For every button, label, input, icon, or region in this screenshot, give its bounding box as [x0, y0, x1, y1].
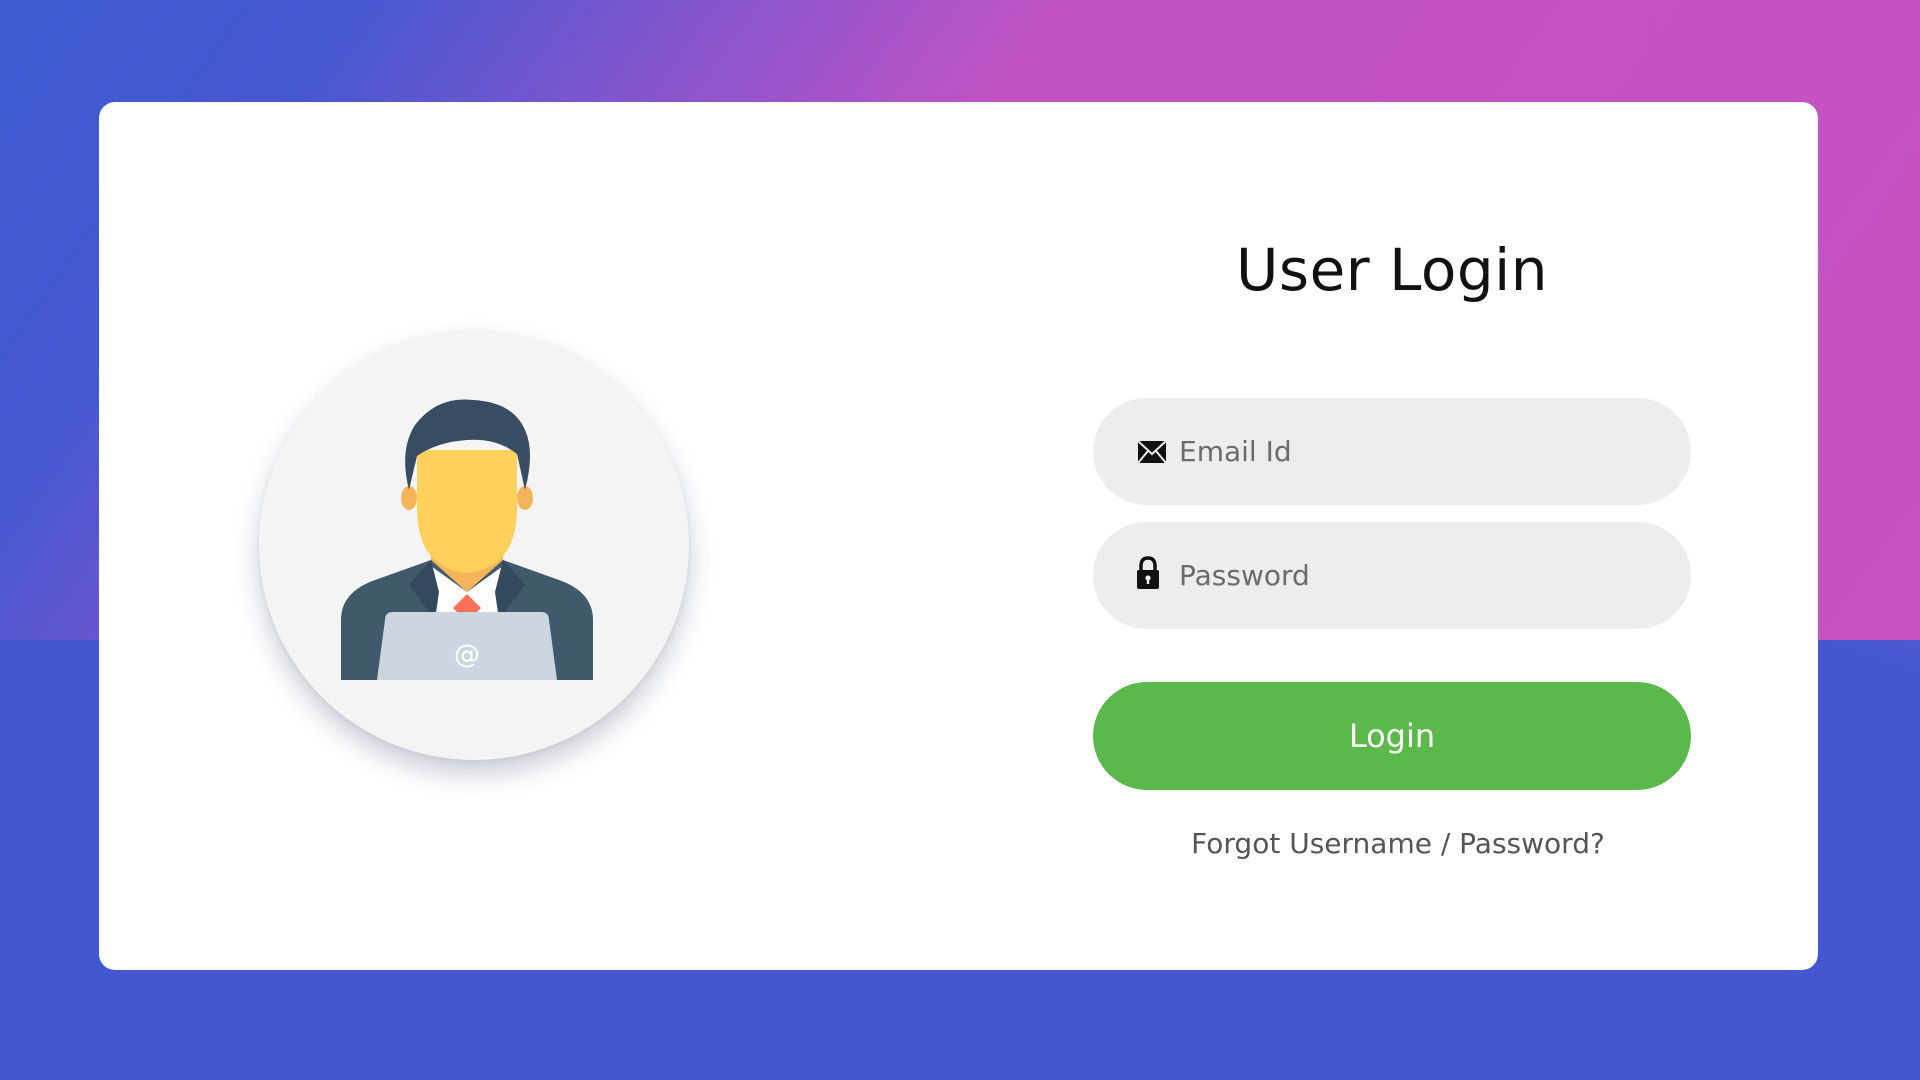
login-card: @ User Login Login Forgot Username / P — [99, 102, 1818, 970]
envelope-icon — [1137, 440, 1167, 464]
lock-icon — [1137, 556, 1159, 589]
login-button[interactable]: Login — [1093, 682, 1691, 790]
email-field-container[interactable] — [1093, 398, 1691, 505]
avatar-circle: @ — [259, 330, 689, 760]
password-field-container[interactable] — [1093, 522, 1691, 629]
user-avatar-illustration: @ — [341, 399, 593, 680]
password-input[interactable] — [1179, 522, 1649, 629]
page-title: User Login — [1235, 236, 1549, 304]
forgot-password-link[interactable]: Forgot Username / Password? — [1093, 824, 1703, 864]
login-form: User Login Login Forgot Username / Passw… — [1093, 102, 1691, 970]
laptop-at-symbol: @ — [454, 640, 480, 670]
email-input[interactable] — [1179, 398, 1649, 505]
